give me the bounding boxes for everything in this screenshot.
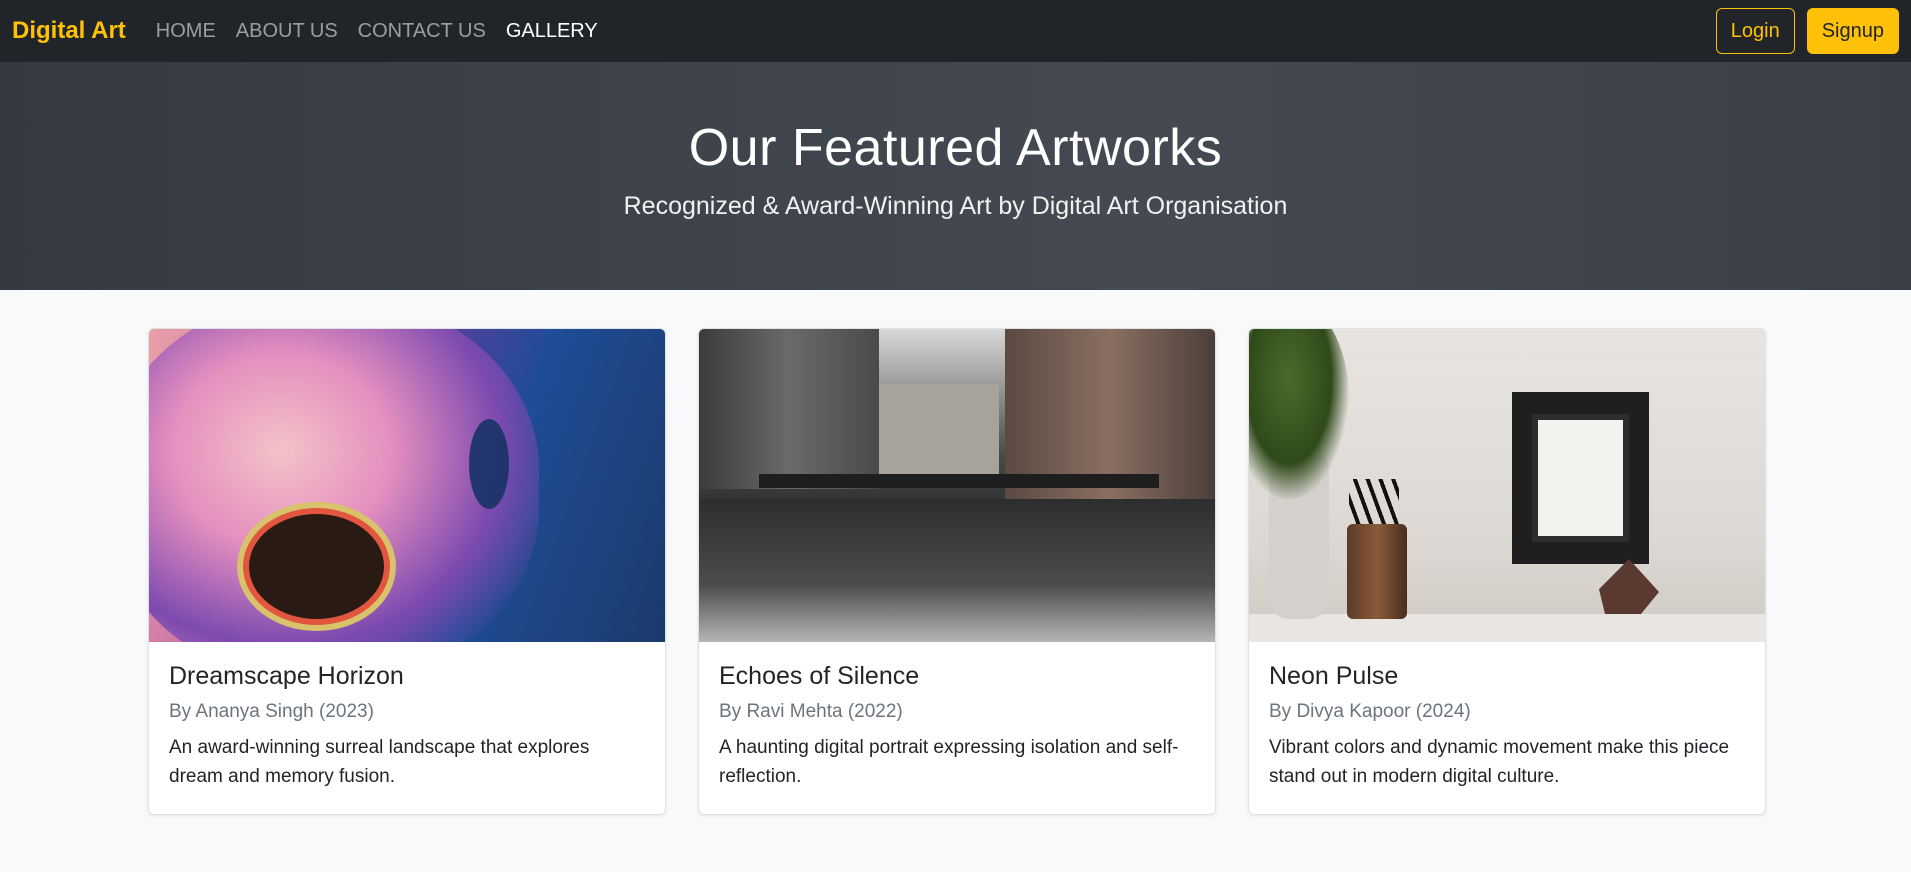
artwork-card[interactable]: Neon Pulse By Divya Kapoor (2024) Vibran… [1248,328,1766,815]
page-subtitle: Recognized & Award-Winning Art by Digita… [623,192,1288,220]
artwork-description: An award-winning surreal landscape that … [169,737,590,787]
artwork-title: Echoes of Silence [719,662,920,690]
artwork-description: A haunting digital portrait expressing i… [719,737,1179,787]
hero-banner: Our Featured Artworks Recognized & Award… [0,62,1911,290]
nav-link-contact-us[interactable]: CONTACT US [358,20,486,43]
bridge [759,474,1159,488]
tabletop [1249,614,1765,642]
artwork-artist: By Ravi Mehta (2022) [719,701,903,722]
artwork-title: Dreamscape Horizon [169,662,404,690]
ear-shape [469,419,509,509]
brand-logo[interactable]: Digital Art [12,17,126,45]
card-body: Echoes of Silence By Ravi Mehta (2022) A… [699,642,1215,791]
picture-frame [1512,392,1649,564]
card-body: Dreamscape Horizon By Ananya Singh (2023… [149,642,665,791]
signup-button[interactable]: Signup [1806,8,1899,54]
building-center [879,384,999,474]
plant [1249,329,1349,499]
canal-water [699,499,1215,642]
artwork-artist: By Divya Kapoor (2024) [1269,701,1471,722]
pencil-holder [1347,524,1407,619]
artwork-gallery: Dreamscape Horizon By Ananya Singh (2023… [0,290,1911,815]
artwork-card[interactable]: Echoes of Silence By Ravi Mehta (2022) A… [698,328,1216,815]
artwork-image-frame-still-life[interactable] [1249,329,1765,642]
artwork-card[interactable]: Dreamscape Horizon By Ananya Singh (2023… [148,328,666,815]
auth-buttons: Login Signup [1715,8,1899,54]
gem-ornament [1599,559,1659,614]
artwork-title: Neon Pulse [1269,662,1399,690]
building-left [699,329,879,489]
nav-link-home[interactable]: HOME [156,20,216,43]
top-navbar: Digital Art HOME ABOUT US CONTACT US GAL… [0,0,1911,62]
card-body: Neon Pulse By Divya Kapoor (2024) Vibran… [1249,642,1765,791]
artwork-artist: By Ananya Singh (2023) [169,701,374,722]
mouth-shape [249,514,384,619]
artwork-description: Vibrant colors and dynamic movement make… [1269,737,1730,787]
login-button[interactable]: Login [1715,8,1795,54]
nav-link-about-us[interactable]: ABOUT US [236,20,338,43]
page-title: Our Featured Artworks [688,119,1223,177]
nav-links: HOME ABOUT US CONTACT US GALLERY [156,20,598,43]
artwork-image-canal-city[interactable] [699,329,1215,642]
frame-inner [1532,414,1629,542]
nav-link-gallery[interactable]: GALLERY [506,20,598,43]
artwork-image-screaming-face[interactable] [149,329,665,642]
